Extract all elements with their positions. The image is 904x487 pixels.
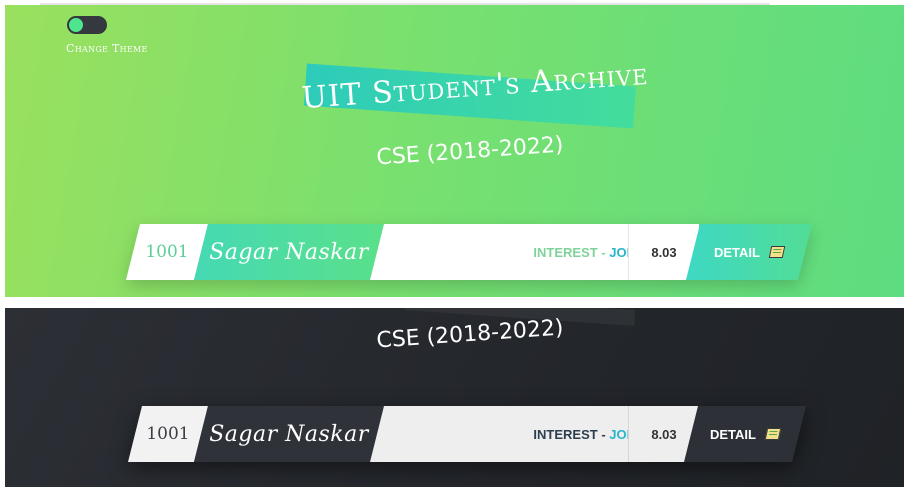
student-interest: INTEREST - JOB xyxy=(533,427,642,442)
batch-subtitle-dark: CSE (2018-2022) xyxy=(375,315,565,354)
student-row: 1001 Sagar Naskar INTEREST - JOB 8.03 DE… xyxy=(126,224,812,280)
student-id-cell: 1001 xyxy=(128,406,208,462)
change-theme-label: Change Theme xyxy=(66,42,148,55)
student-name-cell: Sagar Naskar xyxy=(194,224,384,280)
student-interest-cell: INTEREST - JOB xyxy=(370,406,642,462)
light-theme-header: Change Theme UIT Student's Archive CSE (… xyxy=(5,5,904,297)
student-row-dark: 1001 Sagar Naskar INTEREST - JOB 8.03 DE… xyxy=(128,406,806,462)
book-icon xyxy=(765,428,782,440)
student-interest: INTEREST - JOB xyxy=(533,245,642,260)
batch-subtitle: CSE (2018-2022) xyxy=(375,132,565,171)
student-name: Sagar Naskar xyxy=(209,421,369,447)
student-id: 1001 xyxy=(145,242,189,262)
student-id-cell: 1001 xyxy=(126,224,208,280)
detail-button-label: DETAIL xyxy=(710,426,756,442)
theme-toggle-switch[interactable] xyxy=(67,16,107,34)
screenshot-divider xyxy=(0,297,904,308)
interest-label: INTEREST - xyxy=(533,426,610,442)
dark-theme-header: CSE (2018-2022) 1001 Sagar Naskar INTERE… xyxy=(5,308,904,487)
detail-button[interactable]: DETAIL xyxy=(686,224,812,280)
book-icon xyxy=(769,246,786,258)
student-name: Sagar Naskar xyxy=(209,239,369,265)
interest-label: INTEREST - xyxy=(533,244,610,260)
toggle-knob xyxy=(69,18,83,32)
detail-button[interactable]: DETAIL xyxy=(684,406,806,462)
student-cgpa: 8.03 xyxy=(651,244,677,260)
student-name-cell: Sagar Naskar xyxy=(194,406,384,462)
detail-button-label: DETAIL xyxy=(714,244,760,260)
student-id: 1001 xyxy=(146,424,190,444)
student-interest-cell: INTEREST - JOB xyxy=(370,224,642,280)
student-cgpa: 8.03 xyxy=(651,426,677,442)
